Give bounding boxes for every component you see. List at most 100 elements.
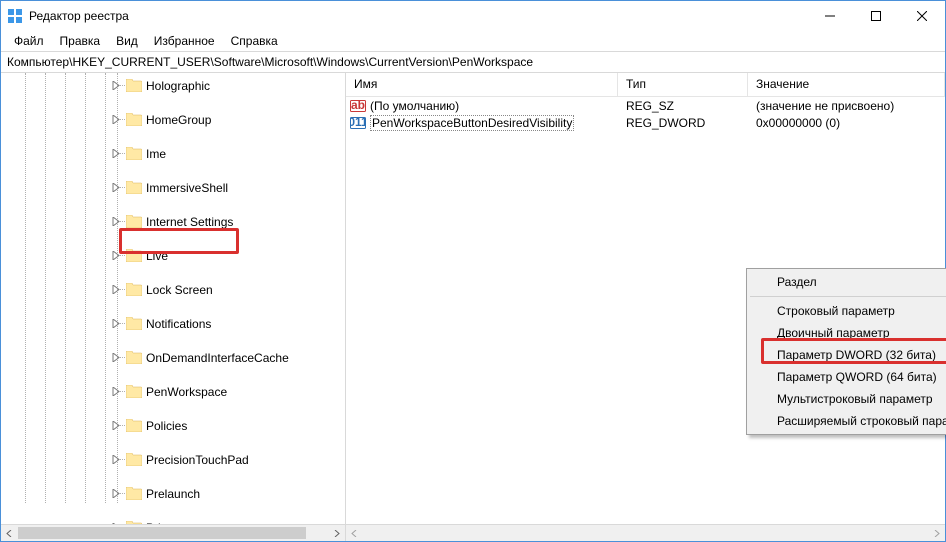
tree-item-label: Privacy (146, 521, 185, 525)
ctx-separator (750, 296, 946, 297)
app-icon (7, 8, 23, 24)
expand-icon[interactable] (111, 80, 122, 91)
expand-icon[interactable] (111, 250, 122, 261)
folder-icon (126, 215, 142, 228)
menu-view[interactable]: Вид (109, 33, 145, 49)
tree-scrollbar-h[interactable] (1, 524, 345, 541)
tree-item[interactable]: Live (1, 247, 345, 264)
expand-icon[interactable] (111, 522, 122, 524)
value-data: (значение не присвоено) (748, 99, 945, 113)
address-bar[interactable]: Компьютер\HKEY_CURRENT_USER\Software\Mic… (1, 51, 945, 73)
menubar: Файл Правка Вид Избранное Справка (1, 31, 945, 51)
string-value-icon: ab (350, 98, 366, 114)
tree-item-label: Ime (146, 147, 166, 161)
tree-item-label: PenWorkspace (146, 385, 227, 399)
tree-item-label: Internet Settings (146, 215, 233, 229)
value-data: 0x00000000 (0) (748, 116, 945, 130)
menu-help[interactable]: Справка (224, 33, 285, 49)
scroll-left-button[interactable] (1, 525, 18, 542)
ctx-new-qword[interactable]: Параметр QWORD (64 бита) (749, 366, 946, 388)
tree-item[interactable]: PenWorkspace (1, 383, 345, 400)
ctx-new-string[interactable]: Строковый параметр (749, 300, 946, 322)
maximize-button[interactable] (853, 1, 899, 31)
tree-item-label: Prelaunch (146, 487, 200, 501)
tree-item[interactable]: Prelaunch (1, 485, 345, 502)
expand-icon[interactable] (111, 182, 122, 193)
ctx-new-dword[interactable]: Параметр DWORD (32 бита) (749, 344, 946, 366)
expand-icon[interactable] (111, 488, 122, 499)
tree-item[interactable]: Policies (1, 417, 345, 434)
tree-item[interactable]: PrecisionTouchPad (1, 451, 345, 468)
list-pane: Имя Тип Значение ab (По умолчанию) REG_SZ(… (346, 73, 945, 541)
folder-icon (126, 419, 142, 432)
menu-file[interactable]: Файл (7, 33, 51, 49)
scroll-right-button[interactable] (328, 525, 345, 542)
value-name: (По умолчанию) (370, 99, 459, 113)
ctx-new-binary[interactable]: Двоичный параметр (749, 322, 946, 344)
folder-icon (126, 453, 142, 466)
ctx-new-expandstr[interactable]: Расширяемый строковый параметр (749, 410, 946, 432)
content: Holographic HomeGroup Ime ImmersiveShell Int… (1, 73, 945, 541)
ctx-new-key[interactable]: Раздел (749, 271, 946, 293)
tree-item[interactable]: Holographic (1, 77, 345, 94)
window: Редактор реестра Файл Правка Вид Избранн… (0, 0, 946, 542)
col-header-name[interactable]: Имя (346, 73, 618, 96)
expand-icon[interactable] (111, 114, 122, 125)
folder-icon (126, 181, 142, 194)
folder-icon (126, 249, 142, 262)
svg-text:011: 011 (350, 115, 366, 129)
value-name: PenWorkspaceButtonDesiredVisibility (370, 115, 574, 131)
close-button[interactable] (899, 1, 945, 31)
tree-item[interactable]: Ime (1, 145, 345, 162)
col-header-value[interactable]: Значение (748, 73, 945, 96)
minimize-button[interactable] (807, 1, 853, 31)
list-row[interactable]: 011 PenWorkspaceButtonDesiredVisibility RE… (346, 114, 945, 131)
tree-item[interactable]: Lock Screen (1, 281, 345, 298)
menu-fav[interactable]: Избранное (147, 33, 222, 49)
expand-icon[interactable] (111, 318, 122, 329)
expand-icon[interactable] (111, 148, 122, 159)
scroll-right-button[interactable] (928, 525, 945, 542)
expand-icon[interactable] (111, 454, 122, 465)
folder-icon (126, 79, 142, 92)
col-header-type[interactable]: Тип (618, 73, 748, 96)
tree[interactable]: Holographic HomeGroup Ime ImmersiveShell Int… (1, 73, 345, 524)
window-title: Редактор реестра (29, 9, 807, 23)
scroll-track[interactable] (18, 525, 328, 541)
folder-icon (126, 351, 142, 364)
value-type: REG_DWORD (618, 116, 748, 130)
scroll-track[interactable] (363, 525, 928, 541)
value-type: REG_SZ (618, 99, 748, 113)
window-controls (807, 1, 945, 31)
tree-item[interactable]: HomeGroup (1, 111, 345, 128)
expand-icon[interactable] (111, 284, 122, 295)
list-row[interactable]: ab (По умолчанию) REG_SZ(значение не присв… (346, 97, 945, 114)
list-scrollbar-h[interactable] (346, 524, 945, 541)
tree-item[interactable]: ImmersiveShell (1, 179, 345, 196)
ctx-new-multistr[interactable]: Мультистроковый параметр (749, 388, 946, 410)
expand-icon[interactable] (111, 216, 122, 227)
tree-item-label: Policies (146, 419, 187, 433)
tree-item-label: OnDemandInterfaceCache (146, 351, 289, 365)
scroll-left-button[interactable] (346, 525, 363, 542)
tree-item[interactable]: OnDemandInterfaceCache (1, 349, 345, 366)
dword-value-icon: 011 (350, 115, 366, 131)
tree-item-label: ImmersiveShell (146, 181, 228, 195)
tree-item-label: Holographic (146, 79, 210, 93)
expand-icon[interactable] (111, 352, 122, 363)
folder-icon (126, 521, 142, 524)
folder-icon (126, 283, 142, 296)
menu-edit[interactable]: Правка (53, 33, 108, 49)
tree-pane: Holographic HomeGroup Ime ImmersiveShell Int… (1, 73, 346, 541)
expand-icon[interactable] (111, 386, 122, 397)
svg-text:ab: ab (351, 98, 365, 112)
tree-item[interactable]: Internet Settings (1, 213, 345, 230)
list-header: Имя Тип Значение (346, 73, 945, 97)
titlebar: Редактор реестра (1, 1, 945, 31)
expand-icon[interactable] (111, 420, 122, 431)
tree-item[interactable]: Notifications (1, 315, 345, 332)
tree-item-label: HomeGroup (146, 113, 211, 127)
folder-icon (126, 317, 142, 330)
folder-icon (126, 113, 142, 126)
scroll-thumb[interactable] (18, 527, 306, 539)
